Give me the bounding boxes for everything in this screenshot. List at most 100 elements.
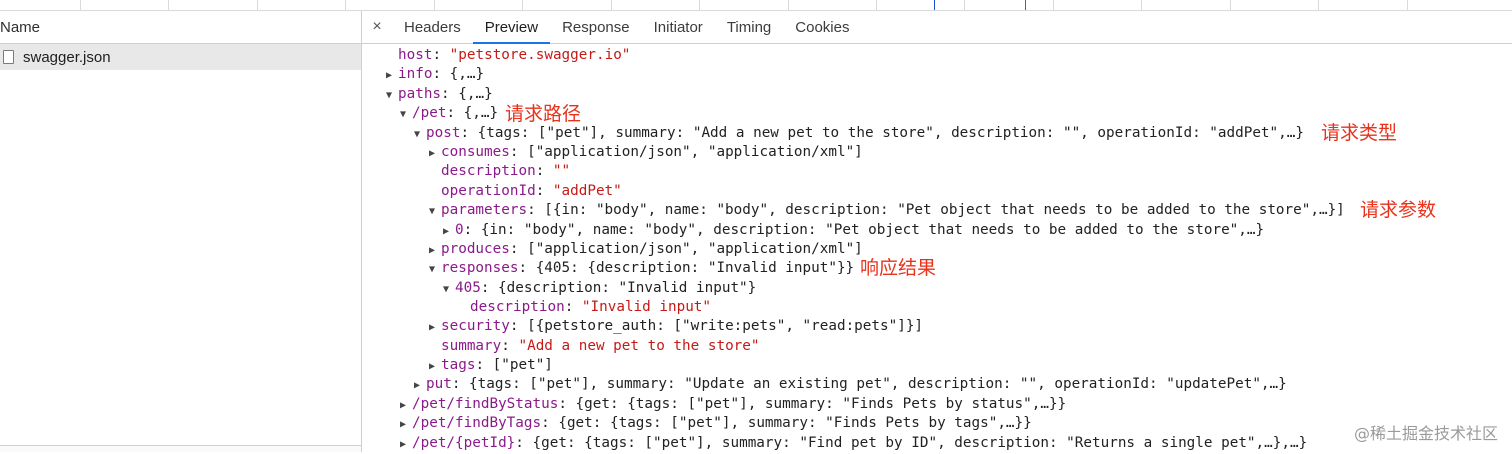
timeline-tick bbox=[1407, 0, 1408, 10]
tab-preview[interactable]: Preview bbox=[472, 11, 551, 44]
expand-arrow-icon[interactable]: ▶ bbox=[429, 241, 441, 260]
tree-value: "Add a new pet to the store" bbox=[518, 338, 760, 354]
close-icon[interactable]: × bbox=[362, 11, 392, 43]
tree-key: responses bbox=[441, 260, 519, 276]
tab-headers[interactable]: Headers bbox=[392, 11, 473, 43]
expand-arrow-icon[interactable]: ▶ bbox=[429, 357, 441, 376]
status-bar bbox=[0, 445, 361, 452]
tree-value: [{in: "body", name: "body", description:… bbox=[544, 202, 1345, 218]
timeline-tick bbox=[434, 0, 435, 10]
request-list-panel: Name swagger.json bbox=[0, 11, 362, 452]
tree-key: description bbox=[441, 163, 536, 179]
timeline-tick bbox=[522, 0, 523, 10]
column-header-name[interactable]: Name bbox=[0, 11, 361, 44]
tab-cookies[interactable]: Cookies bbox=[783, 11, 861, 43]
tab-timing[interactable]: Timing bbox=[715, 11, 783, 43]
tree-row-tags[interactable]: ▶ tags: ["pet"] bbox=[429, 356, 553, 375]
tree-row-operationid[interactable]: operationId: "addPet" bbox=[441, 182, 622, 201]
tree-row-parameters[interactable]: ▼ parameters: [{in: "body", name: "body",… bbox=[429, 201, 1345, 220]
expand-arrow-icon[interactable]: ▶ bbox=[400, 435, 412, 454]
timeline-tick bbox=[964, 0, 965, 10]
tree-value: {description: "Invalid input"} bbox=[498, 280, 757, 296]
tree-key: paths bbox=[398, 86, 442, 102]
tree-row-summary[interactable]: summary: "Add a new pet to the store" bbox=[441, 337, 760, 356]
tree-key: info bbox=[398, 66, 433, 82]
tree-value: ["application/json", "application/xml"] bbox=[527, 241, 863, 257]
collapse-arrow-icon[interactable]: ▼ bbox=[429, 260, 441, 279]
tree-row-produces[interactable]: ▶ produces: ["application/json", "applica… bbox=[429, 240, 863, 259]
timeline-tick bbox=[788, 0, 789, 10]
tree-row-405-description[interactable]: description: "Invalid input" bbox=[470, 298, 711, 317]
tree-key: /pet/{petId} bbox=[412, 435, 516, 451]
tree-row-findbystatus[interactable]: ▶/pet/findByStatus: {get: {tags: ["pet"]… bbox=[400, 395, 1066, 414]
tree-value: {in: "body", name: "body", description: … bbox=[480, 222, 1265, 238]
timeline-tick bbox=[1230, 0, 1231, 10]
tree-value: {get: {tags: ["pet"], summary: "Finds Pe… bbox=[575, 396, 1067, 412]
collapse-arrow-icon[interactable]: ▼ bbox=[429, 202, 441, 221]
tree-row-post[interactable]: ▼ post: {tags: ["pet"], summary: "Add a n… bbox=[414, 124, 1304, 143]
tree-row-security[interactable]: ▶ security: [{petstore_auth: ["write:pets… bbox=[429, 317, 923, 336]
tree-value: {,…} bbox=[458, 86, 493, 102]
tree-row-description[interactable]: description: "" bbox=[441, 162, 570, 181]
json-preview-tree: host: "petstore.swagger.io" ▶ info: {,…} … bbox=[362, 44, 1512, 452]
tree-value: [{petstore_auth: ["write:pets", "read:pe… bbox=[527, 318, 924, 334]
tree-key: tags bbox=[441, 357, 476, 373]
tree-row-put[interactable]: ▶ put: {tags: ["pet"], summary: "Update a… bbox=[414, 375, 1287, 394]
tree-row-consumes[interactable]: ▶ consumes: ["application/json", "applica… bbox=[429, 143, 863, 162]
tree-key: summary bbox=[441, 338, 502, 354]
timeline-tick bbox=[876, 0, 877, 10]
tree-key: security bbox=[441, 318, 510, 334]
tree-value: ["pet"] bbox=[492, 357, 553, 373]
request-row[interactable]: swagger.json bbox=[0, 44, 361, 70]
tree-key: /pet bbox=[412, 105, 447, 121]
tab-response[interactable]: Response bbox=[550, 11, 642, 43]
request-name: swagger.json bbox=[23, 48, 111, 66]
annotation-request-path: 请求路径 bbox=[505, 103, 582, 125]
tab-initiator[interactable]: Initiator bbox=[642, 11, 715, 43]
annotation-request-method: 请求类型 bbox=[1321, 122, 1398, 144]
tree-value: "petstore.swagger.io" bbox=[449, 47, 631, 63]
tree-value: "Invalid input" bbox=[581, 299, 712, 315]
expand-arrow-icon[interactable]: ▶ bbox=[400, 396, 412, 415]
file-icon bbox=[3, 50, 14, 64]
tree-row-findbytags[interactable]: ▶/pet/findByTags: {get: {tags: ["pet"], … bbox=[400, 414, 1032, 433]
collapse-arrow-icon[interactable]: ▼ bbox=[414, 125, 426, 144]
timeline-tick bbox=[1318, 0, 1319, 10]
annotation-response-result: 响应结果 bbox=[860, 257, 937, 279]
expand-arrow-icon[interactable]: ▶ bbox=[400, 415, 412, 434]
tree-value: {get: {tags: ["pet"], summary: "Finds Pe… bbox=[558, 415, 1032, 431]
detail-tabs: × Headers Preview Response Initiator Tim… bbox=[362, 11, 1512, 44]
expand-arrow-icon[interactable]: ▶ bbox=[386, 66, 398, 85]
timeline-dom-marker bbox=[934, 0, 935, 10]
timeline-tick bbox=[1053, 0, 1054, 10]
collapse-arrow-icon[interactable]: ▼ bbox=[400, 105, 412, 124]
annotation-request-params: 请求参数 bbox=[1360, 199, 1437, 221]
tree-row-param-0[interactable]: ▶ 0: {in: "body", name: "body", descripti… bbox=[443, 221, 1264, 240]
timeline-load-marker bbox=[1025, 0, 1026, 10]
expand-arrow-icon[interactable]: ▶ bbox=[414, 376, 426, 395]
expand-arrow-icon[interactable]: ▶ bbox=[429, 318, 441, 337]
tree-value: ["application/json", "application/xml"] bbox=[527, 144, 863, 160]
tree-value: {,…} bbox=[449, 66, 485, 82]
tree-key: parameters bbox=[441, 202, 528, 218]
request-detail-panel: × Headers Preview Response Initiator Tim… bbox=[362, 11, 1512, 452]
expand-arrow-icon[interactable]: ▶ bbox=[429, 144, 441, 163]
tree-key: consumes bbox=[441, 144, 510, 160]
tree-row-host[interactable]: host: "petstore.swagger.io" bbox=[398, 46, 630, 65]
tree-row-petid[interactable]: ▶/pet/{petId}: {get: {tags: ["pet"], sum… bbox=[400, 434, 1307, 453]
timeline-tick bbox=[345, 0, 346, 10]
tree-row-405[interactable]: ▼ 405: {description: "Invalid input"} bbox=[443, 279, 756, 298]
tree-row-paths[interactable]: ▼ paths: {,…} bbox=[386, 85, 493, 104]
tree-row-info[interactable]: ▶ info: {,…} bbox=[386, 65, 484, 84]
timeline-tick bbox=[611, 0, 612, 10]
expand-arrow-icon[interactable]: ▶ bbox=[443, 222, 455, 241]
collapse-arrow-icon[interactable]: ▼ bbox=[386, 86, 398, 105]
tree-value: {tags: ["pet"], summary: "Update an exis… bbox=[469, 376, 1287, 392]
collapse-arrow-icon[interactable]: ▼ bbox=[443, 280, 455, 299]
tree-value: "" bbox=[552, 163, 571, 179]
tree-row-responses[interactable]: ▼ responses: {405: {description: "Invalid… bbox=[429, 259, 854, 278]
tree-value: {405: {description: "Invalid input"}} bbox=[535, 260, 855, 276]
tree-key: 405 bbox=[455, 280, 481, 296]
tree-key: operationId bbox=[441, 183, 536, 199]
tree-row-pet[interactable]: ▼/pet: {,…} bbox=[400, 104, 498, 123]
